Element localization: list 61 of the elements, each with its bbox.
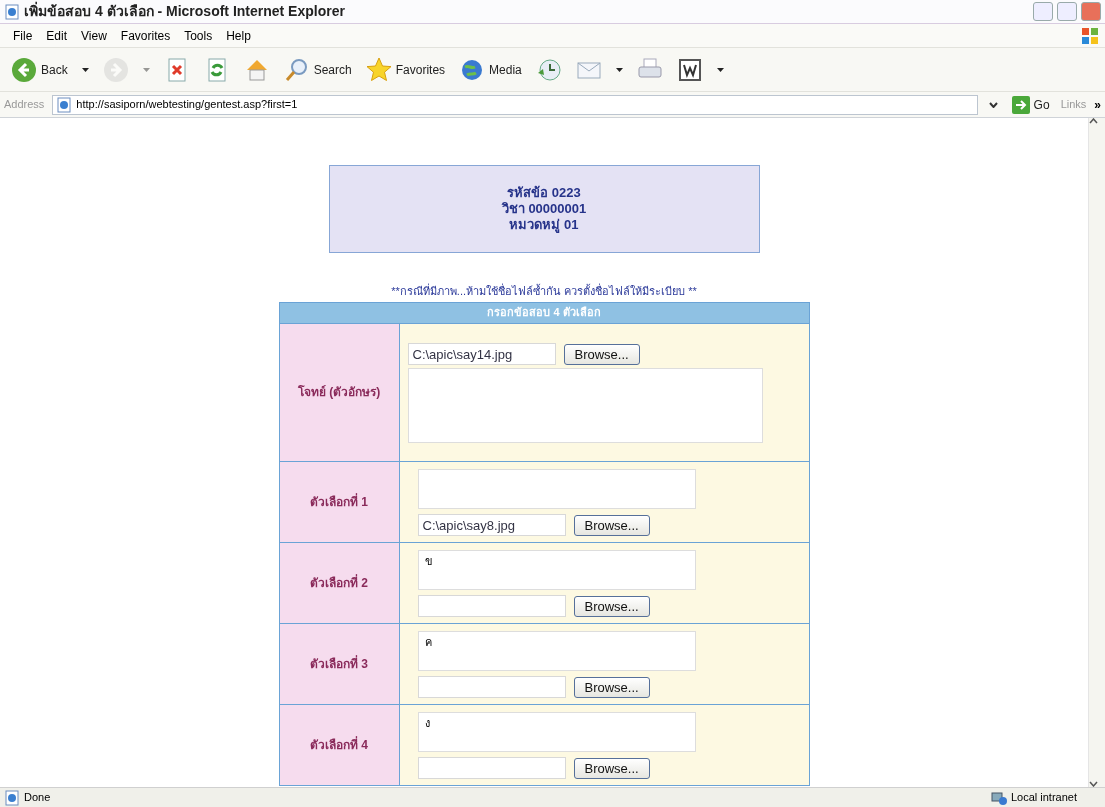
answer-box[interactable]: ง xyxy=(417,712,696,752)
chevron-down-icon xyxy=(988,101,998,108)
back-button[interactable]: Back xyxy=(8,54,71,85)
search-icon xyxy=(283,56,310,83)
info-line: หมวดหมู่ 01 xyxy=(509,217,579,234)
answer-box[interactable]: ข xyxy=(417,550,696,590)
menu-item[interactable]: File xyxy=(6,24,40,47)
row-label: ตัวเลือกที่ 4 xyxy=(279,704,399,785)
close-button[interactable] xyxy=(1081,2,1101,21)
menu-item[interactable]: Edit xyxy=(39,24,75,47)
menu-item[interactable]: Tools xyxy=(177,24,220,47)
page-icon xyxy=(4,789,20,806)
menu-item[interactable]: Help xyxy=(219,24,258,47)
file-path-field[interactable] xyxy=(417,676,566,698)
scrollbar[interactable] xyxy=(1088,118,1105,787)
chevron-up-icon xyxy=(1089,118,1098,124)
caret-icon xyxy=(81,67,89,72)
answer-box[interactable] xyxy=(407,368,763,443)
answer-box[interactable]: ค xyxy=(417,631,696,671)
notice-text: **กรณีที่มีภาพ...ห้ามใช้ชื่อไฟล์ซ้ำกัน ควรตั้งชื่อไฟล์ให้มีระเบียบ ** xyxy=(391,283,697,299)
file-path-field[interactable]: C:\apic\say14.jpg xyxy=(407,343,556,365)
search-button[interactable]: Search xyxy=(280,54,355,85)
page-icon xyxy=(4,3,20,20)
media-button[interactable]: Media xyxy=(456,54,525,85)
form-header: กรอกข้อสอบ 4 ตัวเลือก xyxy=(279,302,809,323)
info-line: รหัสข้อ 0223 xyxy=(507,184,581,201)
row-label: โจทย์ (ตัวอักษร) xyxy=(279,323,399,461)
window-title: เพิ่มข้อสอบ 4 ตัวเลือก - Microsoft Internet Explorer xyxy=(24,1,345,21)
row-label: ตัวเลือกที่ 1 xyxy=(279,461,399,542)
go-button[interactable]: Go xyxy=(1008,93,1053,116)
flag-logo-icon xyxy=(1081,26,1099,45)
caret-icon xyxy=(615,67,623,72)
browse-button[interactable]: Browse... xyxy=(573,676,650,698)
menu-item[interactable]: Favorites xyxy=(113,24,178,47)
maximize-button[interactable] xyxy=(1057,2,1077,21)
address-label: Address xyxy=(4,97,45,113)
answer-box[interactable] xyxy=(417,469,696,509)
row-label: ตัวเลือกที่ 3 xyxy=(279,623,399,704)
star-icon xyxy=(365,56,392,83)
more-chevron[interactable]: » xyxy=(1094,95,1101,114)
caret-icon xyxy=(716,67,724,72)
info-line: วิชา 00000001 xyxy=(501,200,587,218)
status-text: Done xyxy=(24,790,51,806)
computer-globe-icon xyxy=(990,789,1007,806)
page-icon xyxy=(56,96,73,113)
chevron-down-icon xyxy=(1089,781,1098,787)
file-path-field[interactable]: C:\apic\say8.jpg xyxy=(417,514,566,536)
browse-button[interactable]: Browse... xyxy=(563,343,640,365)
favorites-button[interactable]: Favorites xyxy=(362,54,449,85)
menu-item[interactable]: View xyxy=(74,24,114,47)
caret-icon xyxy=(142,67,150,72)
document-w-icon xyxy=(676,56,703,83)
browse-button[interactable]: Browse... xyxy=(573,514,650,536)
row-label: ตัวเลือกที่ 2 xyxy=(279,542,399,623)
browse-button[interactable]: Browse... xyxy=(573,595,650,617)
file-path-field[interactable] xyxy=(417,595,566,617)
file-path-field[interactable] xyxy=(417,757,566,779)
browse-button[interactable]: Browse... xyxy=(573,757,650,779)
address-field[interactable]: http://sasiporn/webtesting/gentest.asp?first=1 xyxy=(52,94,978,115)
minimize-button[interactable] xyxy=(1033,2,1053,21)
zone-text: Local intranet xyxy=(1010,790,1077,806)
